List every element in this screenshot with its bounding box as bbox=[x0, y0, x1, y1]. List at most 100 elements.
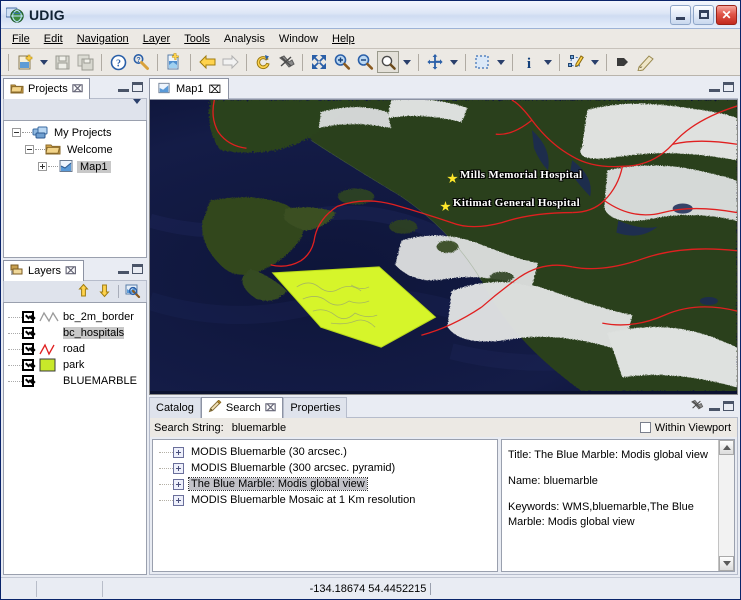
save-icon[interactable] bbox=[51, 51, 73, 73]
map-canvas-area[interactable]: Mills Memorial Hospital Kitimat General … bbox=[149, 99, 738, 395]
close-icon[interactable]: ⌧ bbox=[65, 266, 77, 277]
menu-layer[interactable]: Layer bbox=[136, 31, 178, 47]
style-icon[interactable] bbox=[635, 51, 657, 73]
checkbox-box[interactable] bbox=[639, 422, 651, 433]
zoom-extent-icon[interactable] bbox=[308, 51, 330, 73]
tab-projects[interactable]: Projects ⌧ bbox=[3, 78, 91, 99]
minimize-view-icon[interactable] bbox=[118, 265, 129, 274]
minimize-view-icon[interactable] bbox=[709, 402, 720, 411]
close-icon[interactable]: ⌧ bbox=[265, 403, 277, 414]
tree-node-welcome[interactable]: Welcome bbox=[6, 141, 144, 158]
expand-toggle-icon[interactable] bbox=[173, 478, 184, 490]
within-viewport-checkbox[interactable]: Within Viewport bbox=[639, 422, 733, 434]
window-buttons: ✕ bbox=[670, 4, 737, 25]
expand-toggle-icon[interactable] bbox=[173, 462, 184, 474]
close-icon[interactable]: ⌧ bbox=[209, 83, 222, 96]
close-button[interactable]: ✕ bbox=[716, 4, 737, 25]
scroll-up-icon[interactable] bbox=[719, 440, 734, 455]
result-row[interactable]: MODIS Bluemarble Mosaic at 1 Km resoluti… bbox=[153, 492, 497, 508]
search-input[interactable] bbox=[229, 420, 634, 435]
layers-icon bbox=[10, 264, 24, 279]
expand-toggle-icon[interactable] bbox=[173, 494, 184, 506]
minimize-view-icon[interactable] bbox=[118, 83, 129, 92]
back-arrow-icon[interactable] bbox=[196, 51, 218, 73]
tab-layers[interactable]: Layers ⌧ bbox=[3, 260, 84, 281]
zoom-out-icon[interactable] bbox=[354, 51, 376, 73]
layer-row[interactable]: park bbox=[4, 357, 146, 373]
details-scrollbar[interactable] bbox=[718, 440, 734, 571]
refresh-icon[interactable] bbox=[252, 51, 274, 73]
collapse-toggle-icon[interactable] bbox=[12, 128, 21, 137]
layers-list-panel[interactable]: bc_2m_border bc_hospitals road park BLUE… bbox=[3, 302, 147, 575]
zoom-in-icon[interactable] bbox=[331, 51, 353, 73]
edit-geometry-icon[interactable] bbox=[565, 51, 587, 73]
maximize-button[interactable] bbox=[693, 4, 714, 25]
layer-visibility-checkbox[interactable] bbox=[22, 327, 34, 339]
maximize-view-icon[interactable] bbox=[132, 264, 143, 274]
tab-catalog[interactable]: Catalog bbox=[149, 397, 201, 418]
scrollbar-track[interactable] bbox=[719, 455, 734, 556]
move-layer-down-icon[interactable] bbox=[97, 283, 112, 301]
save-all-icon[interactable] bbox=[74, 51, 96, 73]
pan-icon[interactable] bbox=[424, 51, 446, 73]
menu-layer-label: Layer bbox=[142, 32, 171, 45]
expand-toggle-icon[interactable] bbox=[38, 162, 47, 171]
move-layer-up-icon[interactable] bbox=[76, 283, 91, 301]
close-icon[interactable]: ⌧ bbox=[72, 84, 84, 95]
menu-analysis[interactable]: Analysis bbox=[217, 31, 272, 47]
map-canvas[interactable] bbox=[150, 100, 737, 392]
tree-node-map1[interactable]: Map1 bbox=[6, 158, 144, 175]
collapse-toggle-icon[interactable] bbox=[25, 145, 34, 154]
pan-dropdown-arrow[interactable] bbox=[447, 51, 460, 73]
maximize-view-icon[interactable] bbox=[132, 82, 143, 92]
info-dropdown-arrow[interactable] bbox=[541, 51, 554, 73]
maximize-editor-icon[interactable] bbox=[723, 82, 734, 92]
tab-search[interactable]: Search ⌧ bbox=[200, 397, 284, 418]
zoom-dropdown-arrow[interactable] bbox=[400, 51, 413, 73]
layer-visibility-checkbox[interactable] bbox=[22, 359, 34, 371]
result-row[interactable]: MODIS Bluemarble (30 arcsec.) bbox=[153, 444, 497, 460]
expand-toggle-icon[interactable] bbox=[173, 446, 184, 458]
stop-render-icon[interactable] bbox=[275, 51, 297, 73]
maximize-view-icon[interactable] bbox=[723, 401, 734, 411]
fill-icon[interactable] bbox=[612, 51, 634, 73]
layer-row[interactable]: road bbox=[4, 341, 146, 357]
menu-window[interactable]: Window bbox=[272, 31, 325, 47]
result-row[interactable]: The Blue Marble: Modis global view bbox=[153, 476, 497, 492]
layer-row[interactable]: bc_2m_border bbox=[4, 309, 146, 325]
help-icon[interactable]: ? bbox=[107, 51, 129, 73]
view-menu-icon[interactable] bbox=[133, 98, 141, 116]
tab-properties[interactable]: Properties bbox=[283, 397, 348, 418]
layer-row[interactable]: BLUEMARBLE bbox=[4, 373, 146, 389]
menu-edit[interactable]: Edit bbox=[37, 31, 70, 47]
layer-row[interactable]: bc_hospitals bbox=[4, 325, 146, 341]
menu-file[interactable]: File bbox=[5, 31, 37, 47]
menu-tools[interactable]: Tools bbox=[177, 31, 217, 47]
forward-arrow-icon[interactable] bbox=[219, 51, 241, 73]
projects-tree-panel[interactable]: My Projects Welcome Map1 bbox=[3, 120, 147, 258]
scroll-down-icon[interactable] bbox=[719, 556, 734, 571]
new-map-icon[interactable] bbox=[163, 51, 185, 73]
tree-node-my-projects[interactable]: My Projects bbox=[6, 124, 144, 141]
selection-icon[interactable] bbox=[471, 51, 493, 73]
result-row[interactable]: MODIS Bluemarble (300 arcsec. pyramid) bbox=[153, 460, 497, 476]
layer-properties-icon[interactable] bbox=[125, 283, 141, 301]
menu-help[interactable]: Help bbox=[325, 31, 362, 47]
selection-dropdown-arrow[interactable] bbox=[494, 51, 507, 73]
tab-map1[interactable]: Map1 ⌧ bbox=[149, 78, 230, 99]
layer-visibility-checkbox[interactable] bbox=[22, 343, 34, 355]
info-icon[interactable]: i bbox=[518, 51, 540, 73]
layer-symbol-fill-yellow bbox=[38, 358, 60, 372]
minimize-editor-icon[interactable] bbox=[709, 83, 720, 92]
layer-visibility-checkbox[interactable] bbox=[22, 311, 34, 323]
new-document-icon[interactable] bbox=[14, 51, 36, 73]
layer-visibility-checkbox[interactable] bbox=[22, 375, 34, 387]
edit-dropdown-arrow[interactable] bbox=[588, 51, 601, 73]
search-results-list[interactable]: MODIS Bluemarble (30 arcsec.) MODIS Blue… bbox=[152, 439, 498, 572]
minimize-button[interactable] bbox=[670, 4, 691, 25]
stop-search-icon[interactable] bbox=[689, 398, 704, 415]
zoom-tool-icon[interactable] bbox=[377, 51, 399, 73]
new-dropdown-arrow[interactable] bbox=[37, 51, 50, 73]
menu-navigation[interactable]: Navigation bbox=[70, 31, 136, 47]
search-help-icon[interactable]: ? bbox=[130, 51, 152, 73]
